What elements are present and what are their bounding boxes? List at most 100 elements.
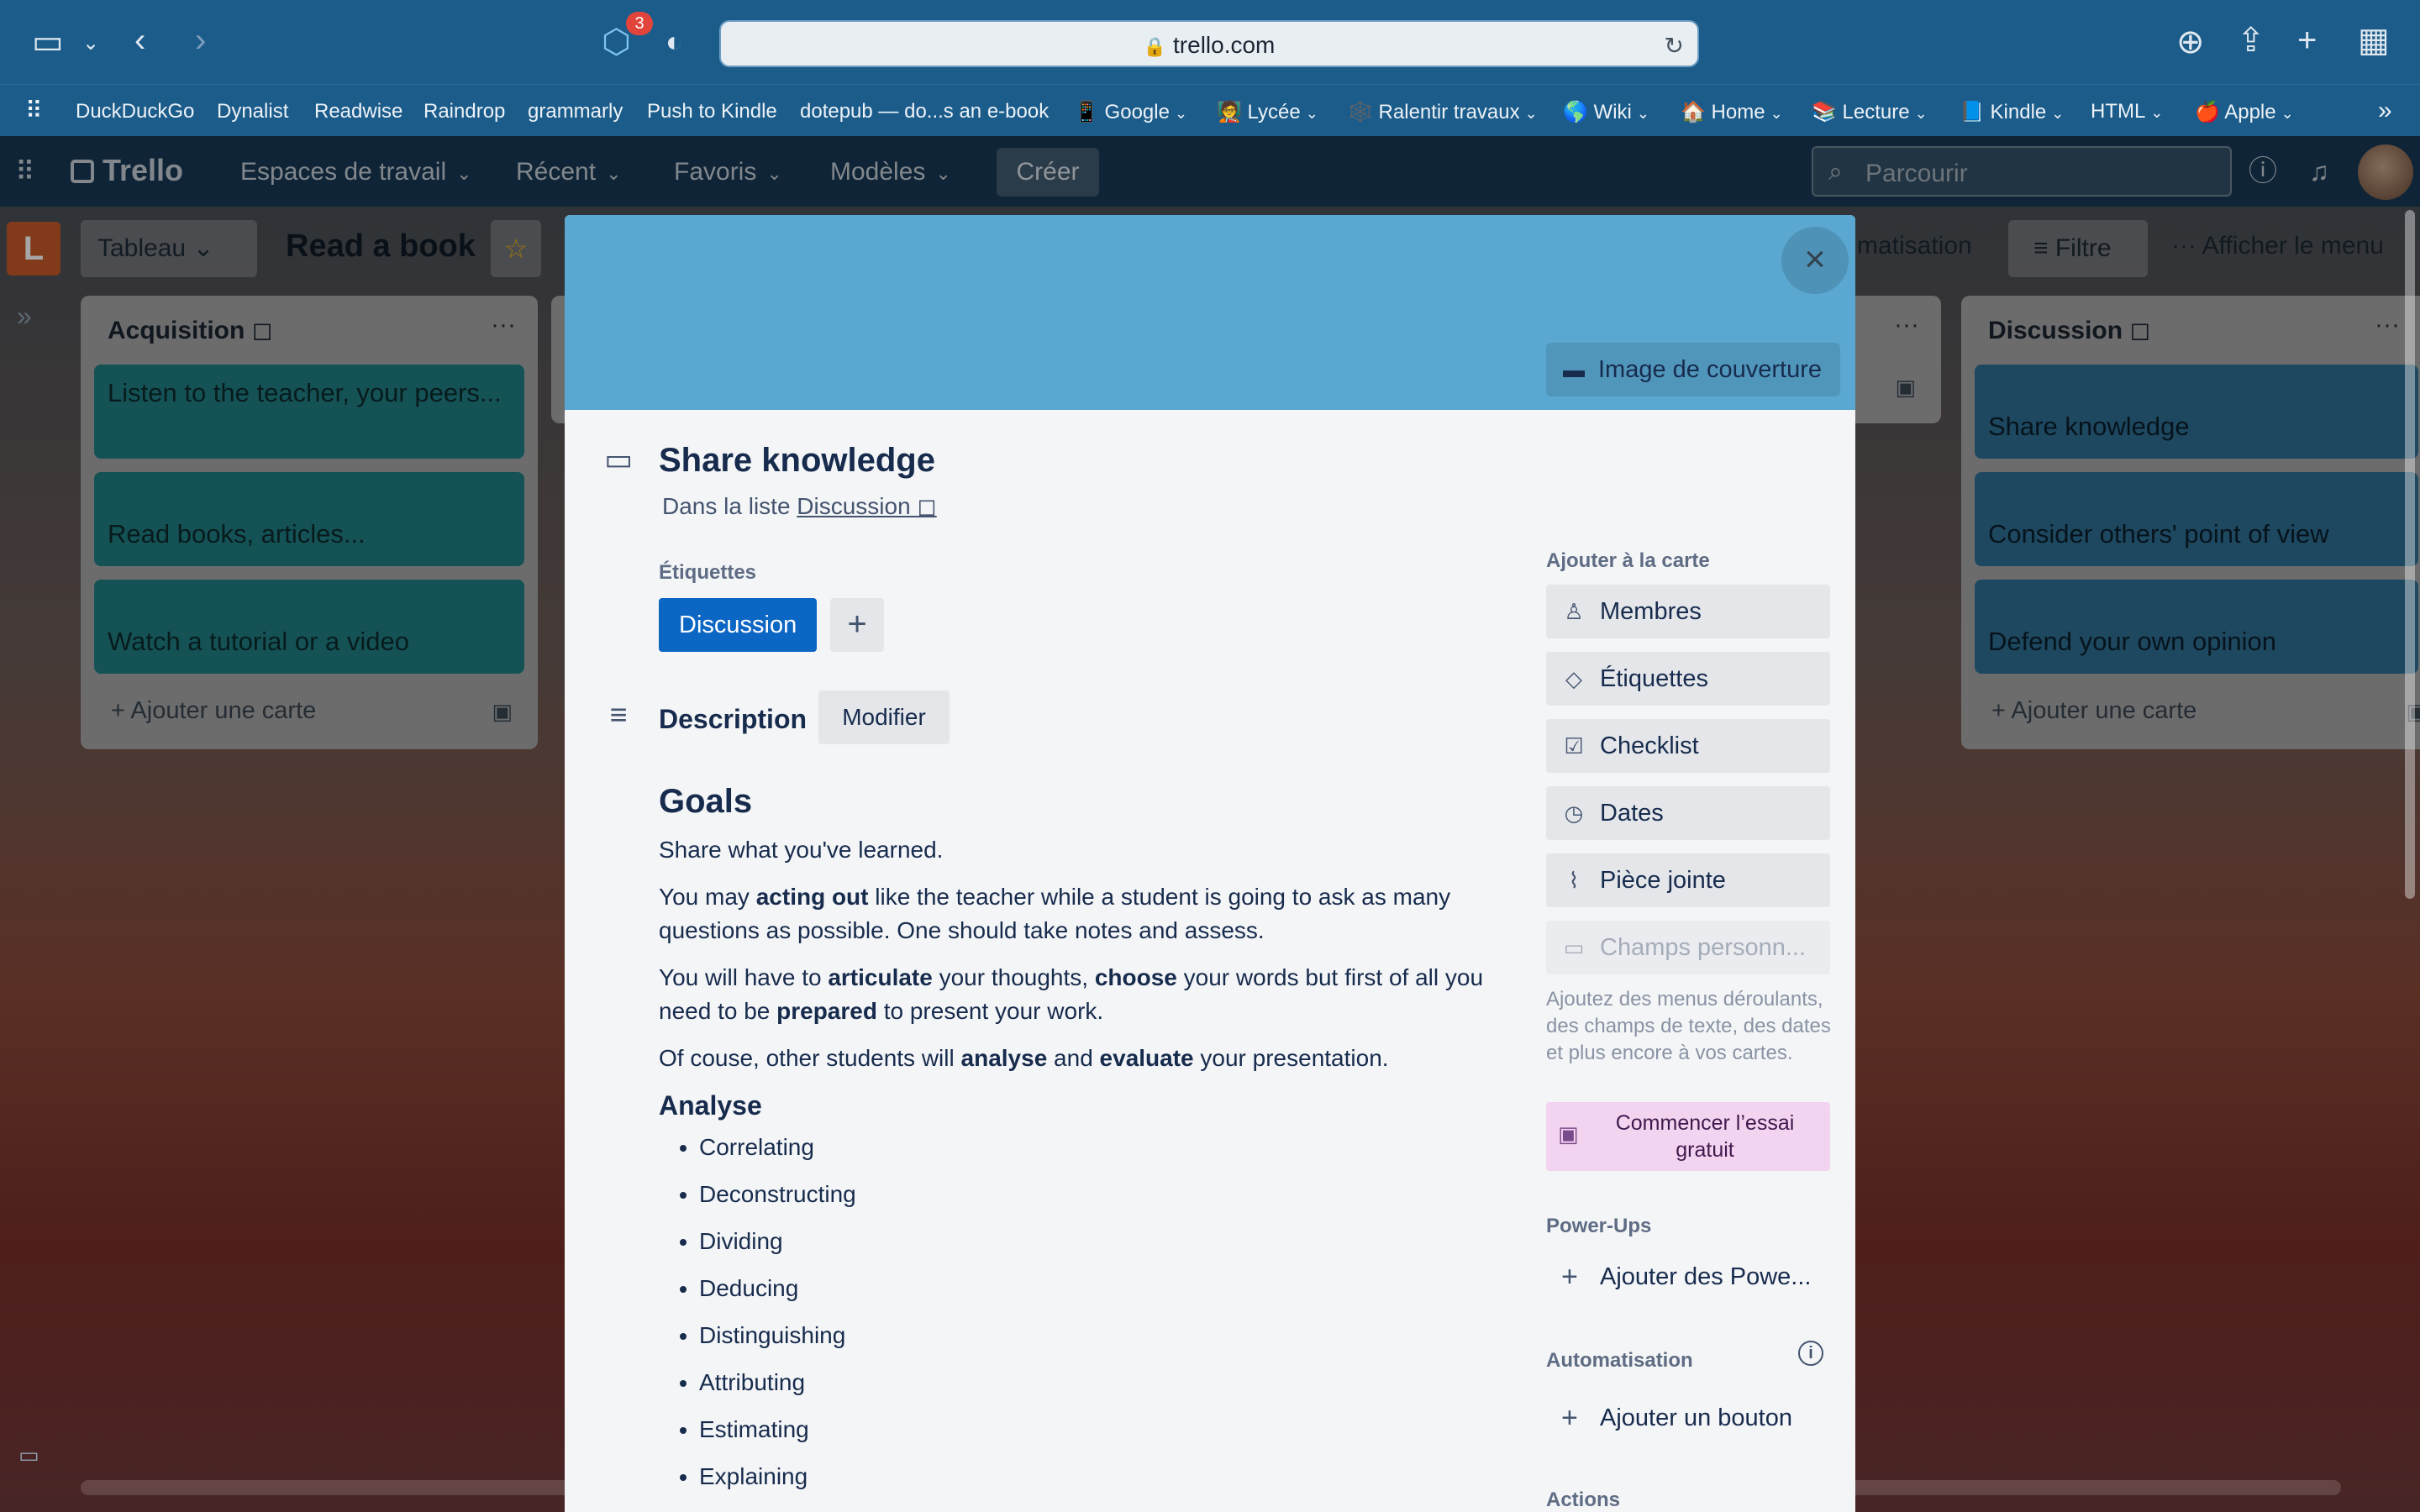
custom-fields-icon: ▭ (1563, 935, 1585, 960)
browser-toolbar: ▭ ⌄ ‹ › ⬡ 3 ◐ 🔒 trello.com ↻ ⊕ ⇪ + ▦ (0, 0, 2420, 84)
paperclip-icon: ⌇ (1568, 868, 1580, 893)
powerups-heading: Power-Ups (1546, 1215, 1652, 1237)
checkbox-icon: ☑ (1564, 733, 1584, 759)
card-cover-icon: ▬ (1563, 357, 1585, 382)
briefcase-icon: ▣ (1558, 1121, 1579, 1147)
dates-button[interactable]: ◷ Dates (1546, 786, 1830, 840)
description-h1: Goals (659, 783, 753, 820)
bookmark-readwise[interactable]: Readwise (314, 100, 402, 123)
address-bar[interactable]: 🔒 trello.com ↻ (719, 20, 1699, 67)
bookmark-push-to-kindle[interactable]: Push to Kindle (647, 100, 777, 123)
bookmark-folder-kindle[interactable]: 📘 Kindle ⌄ (1960, 100, 2064, 124)
labels-heading: Étiquettes (659, 561, 757, 584)
new-tab-icon[interactable]: + (2297, 24, 2317, 57)
description-body[interactable]: Goals Share what you've learned. You may… (659, 781, 1499, 1507)
description-paragraph: Of couse, other students will analyse an… (659, 1045, 1389, 1071)
chevron-down-icon: ⌄ (1636, 105, 1649, 122)
address-text: trello.com (1173, 32, 1276, 58)
tab-overview-icon[interactable]: ▦ (2358, 24, 2390, 57)
bookmark-grammarly[interactable]: grammarly (528, 100, 623, 123)
forward-icon[interactable]: › (195, 24, 206, 57)
list-item: Explaining (699, 1460, 1499, 1494)
description-paragraph: Share what you've learned. (659, 837, 944, 863)
plus-icon: + (1561, 1261, 1578, 1293)
downloads-icon[interactable]: ⊕ (2176, 25, 2205, 59)
list-item: Estimating (699, 1413, 1499, 1446)
custom-fields-note: Ajoutez des menus déroulants, des champs… (1546, 988, 1831, 1064)
bookmarks-bar: ⠿ DuckDuckGo Dynalist Readwise Raindrop … (0, 84, 2420, 136)
bookmark-folder-html[interactable]: HTML ⌄ (2091, 100, 2163, 123)
add-button-button[interactable]: + Ajouter un bouton (1546, 1393, 1830, 1443)
chevron-down-icon[interactable]: ⌄ (82, 27, 99, 60)
list-item: Deconstructing (699, 1178, 1499, 1211)
info-icon[interactable]: i (1798, 1341, 1823, 1366)
bookmark-folder-lecture[interactable]: 📚 Lecture ⌄ (1812, 100, 1928, 124)
lock-icon: 🔒 (1143, 36, 1167, 57)
chevron-down-icon: ⌄ (2150, 104, 2164, 121)
add-label-button[interactable]: + (830, 598, 884, 652)
add-powerups-button[interactable]: + Ajouter des Powe... (1546, 1252, 1830, 1302)
reload-icon[interactable]: ↻ (1665, 32, 1684, 60)
list-item: Attributing (699, 1366, 1499, 1399)
list-link[interactable]: Discussion ◻ (797, 493, 936, 519)
chevron-down-icon: ⌄ (2281, 105, 2294, 122)
chevron-down-icon: ⌄ (2051, 105, 2065, 122)
chevron-down-icon: ⌄ (1914, 105, 1928, 122)
labels-button[interactable]: ◇ Étiquettes (1546, 652, 1830, 706)
description-paragraph: You may acting out like the teacher whil… (659, 884, 1451, 943)
share-icon[interactable]: ⇪ (2237, 24, 2265, 57)
plus-icon: + (1561, 1402, 1578, 1434)
bookmark-folder-home[interactable]: 🏠 Home ⌄ (1681, 100, 1783, 124)
actions-heading: Actions (1546, 1488, 1621, 1511)
description-h2: Analyse (659, 1090, 762, 1121)
tag-icon: ◇ (1565, 666, 1582, 691)
list-item: Deducing (699, 1272, 1499, 1305)
list-item: Correlating (699, 1131, 1499, 1164)
list-item: Distinguishing (699, 1319, 1499, 1352)
automation-heading: Automatisation (1546, 1349, 1693, 1372)
chevron-down-icon: ⌄ (1174, 105, 1188, 122)
chevron-down-icon: ⌄ (1305, 105, 1318, 122)
more-bookmarks-icon[interactable]: » (2378, 97, 2392, 125)
close-icon[interactable]: × (1781, 227, 1849, 294)
description-heading: Description (659, 704, 808, 734)
user-icon: ♙ (1564, 599, 1584, 624)
edit-description-button[interactable]: Modifier (818, 690, 950, 744)
card-list-location: Dans la liste Discussion ◻ (662, 493, 937, 519)
attachment-button[interactable]: ⌇ Pièce jointe (1546, 853, 1830, 907)
chevron-down-icon: ⌄ (1770, 105, 1783, 122)
start-trial-button[interactable]: ▣ Commencer l’essai gratuit (1546, 1102, 1830, 1171)
description-paragraph: You will have to articulate your thought… (659, 964, 1484, 1024)
vertical-scrollbar[interactable] (2405, 210, 2415, 899)
custom-fields-button[interactable]: ▭ Champs personn... (1546, 921, 1830, 974)
cover-image-button[interactable]: ▬ Image de couverture (1546, 343, 1840, 396)
card-title[interactable]: Share knowledge (659, 442, 935, 480)
sidebar-toggle-icon[interactable]: ▭ (32, 25, 64, 59)
bookmark-folder-apple[interactable]: 🍎 Apple ⌄ (2195, 100, 2294, 124)
bookmark-duckduckgo[interactable]: DuckDuckGo (76, 100, 194, 123)
card-modal: × ▬ Image de couverture ▭ Share knowledge… (565, 215, 1855, 1512)
checklist-button[interactable]: ☑ Checklist (1546, 719, 1830, 773)
bookmark-folder-lycee[interactable]: 🧑‍🏫 Lycée ⌄ (1217, 100, 1318, 124)
bookmark-raindrop[interactable]: Raindrop (424, 100, 505, 123)
trash-icon[interactable]: ▭ (18, 1438, 39, 1472)
list-item: Dividing (699, 1225, 1499, 1258)
card-icon: ▭ (603, 442, 633, 476)
bookmark-folder-wiki[interactable]: 🌎 Wiki ⌄ (1563, 100, 1649, 124)
extension-cube-icon[interactable]: ⬡ (602, 25, 631, 59)
add-to-card-heading: Ajouter à la carte (1546, 549, 1710, 572)
bookmark-folder-ralentir[interactable]: 🕸️ Ralentir travaux ⌄ (1348, 100, 1538, 124)
bookmark-dynalist[interactable]: Dynalist (217, 100, 288, 123)
analyse-list: Correlating Deconstructing Dividing Dedu… (699, 1131, 1499, 1494)
chevron-down-icon: ⌄ (1524, 105, 1538, 122)
description-icon: ≡ (609, 697, 628, 732)
clock-icon: ◷ (1564, 801, 1584, 826)
members-button[interactable]: ♙ Membres (1546, 585, 1830, 638)
privacy-shield-icon[interactable]: ◐ (666, 25, 683, 59)
label-discussion[interactable]: Discussion (659, 598, 818, 652)
back-icon[interactable]: ‹ (134, 24, 145, 57)
extension-badge: 3 (626, 12, 653, 35)
bookmark-dotepub[interactable]: dotepub — do...s an e-book (800, 100, 1049, 123)
apps-grid-icon[interactable]: ⠿ (25, 97, 43, 124)
bookmark-folder-google[interactable]: 📱 Google ⌄ (1074, 100, 1187, 124)
